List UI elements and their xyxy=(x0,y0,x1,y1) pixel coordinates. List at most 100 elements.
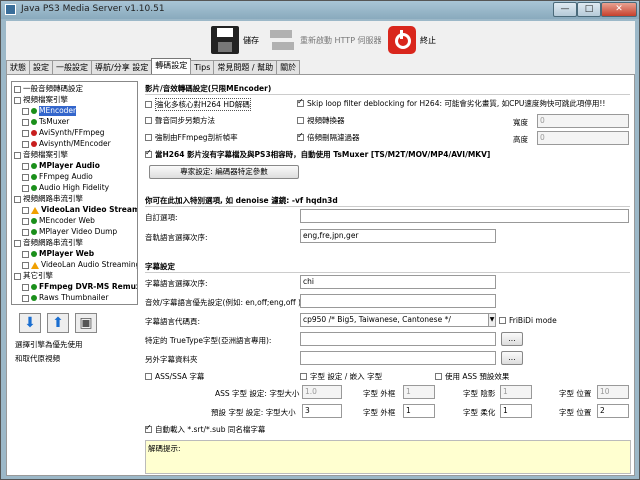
tree-checkbox[interactable] xyxy=(22,294,29,302)
move-down-button[interactable]: ⬇ xyxy=(19,313,41,333)
sub-codepage-select[interactable]: cp950 /* Big5, Taiwanese, Cantonese */ ▼ xyxy=(300,313,496,327)
force-ffmpeg-checkbox[interactable] xyxy=(145,134,152,141)
move-up-button[interactable]: ⬆ xyxy=(47,313,69,333)
tab-status[interactable]: 狀態 xyxy=(6,60,30,74)
tree-checkbox[interactable] xyxy=(14,96,21,104)
tab-traces[interactable]: 設定 xyxy=(29,60,53,74)
tree-item[interactable]: MPlayer Video Dump xyxy=(22,227,117,237)
tree-checkbox[interactable] xyxy=(22,162,29,170)
double-rate-option[interactable]: 倍頻刪隔濾過器 xyxy=(297,131,360,143)
font-browse-button[interactable]: ... xyxy=(501,332,523,346)
tab-navigation[interactable]: 導航/分享 設定 xyxy=(91,60,153,74)
tab-about[interactable]: 關於 xyxy=(276,60,301,74)
scaler-checkbox[interactable] xyxy=(297,117,304,124)
tree-item[interactable]: MPlayer Web xyxy=(22,249,94,259)
tree-item[interactable]: TsMuxer xyxy=(22,117,69,127)
engine-tree[interactable]: 一般音頻轉碼設定 視頻檔案引擎 MEncoder TsMuxer AviSynth/FF… xyxy=(11,81,138,305)
tree-item[interactable]: VideoLan Video Streaming xyxy=(22,205,137,215)
ass-shadow-field[interactable]: 1 xyxy=(500,385,532,399)
autoload-option[interactable]: 自動載入 *.srt/*.sub 同名檔字幕 xyxy=(145,423,265,435)
tab-faq[interactable]: 常見問題 / 幫助 xyxy=(213,60,278,74)
ass-position-field[interactable]: 10 xyxy=(597,385,629,399)
tree-checkbox[interactable] xyxy=(22,107,29,115)
tree-item[interactable]: Avisynth/MEncoder xyxy=(22,139,111,149)
tree-checkbox[interactable] xyxy=(14,151,21,159)
audio-sub-pair-field[interactable] xyxy=(300,294,496,308)
tree-item[interactable]: VideoLan Audio Streaming xyxy=(22,260,137,270)
save-button[interactable]: 儲存 xyxy=(211,24,259,56)
ass-default-checkbox[interactable] xyxy=(435,373,442,380)
sub-lang-field[interactable]: chi xyxy=(300,275,496,289)
tree-checkbox[interactable] xyxy=(22,261,29,269)
chevron-down-icon[interactable]: ▼ xyxy=(488,314,495,326)
scaler-option[interactable]: 視頻轉換器 xyxy=(297,115,345,126)
tree-item[interactable]: MEncoder Web xyxy=(22,216,95,226)
tsmuxer-option[interactable]: 當H264 影片沒有字幕檔及與PS3相容時，自動使用 TsMuxer [TS/M… xyxy=(145,148,490,160)
tree-item[interactable]: 音頻網路串流引擎 xyxy=(14,238,83,248)
alt-subs-field[interactable] xyxy=(300,351,496,365)
close-button[interactable]: ✕ xyxy=(601,2,637,17)
tree-checkbox[interactable] xyxy=(22,250,29,258)
ass-outline-field[interactable]: 1 xyxy=(403,385,435,399)
tree-checkbox[interactable] xyxy=(14,85,21,93)
codec-specific-button[interactable]: 專家設定: 編碼器特定參數 xyxy=(149,165,299,179)
sub-style-checkbox[interactable] xyxy=(300,373,307,380)
tree-checkbox[interactable] xyxy=(14,272,21,280)
double-rate-checkbox[interactable] xyxy=(297,131,304,141)
custom-options-field[interactable] xyxy=(300,209,629,223)
force-ffmpeg-option[interactable]: 強制由FFmpeg剖析幀率 xyxy=(145,132,238,143)
tree-checkbox[interactable] xyxy=(22,184,29,192)
default-blur-field[interactable]: 1 xyxy=(500,404,532,418)
tree-item[interactable]: MEncoder xyxy=(22,106,77,116)
ass-default-option[interactable]: 使用 ASS 預設效果 xyxy=(435,371,509,382)
tree-item[interactable]: Raws Thumbnailer xyxy=(22,293,108,303)
tree-checkbox[interactable] xyxy=(22,217,29,225)
quit-button[interactable]: 終止 xyxy=(388,24,436,56)
tree-item[interactable]: FFmpeg DVR-MS Remux xyxy=(22,282,137,292)
tree-checkbox[interactable] xyxy=(14,239,21,247)
tree-item[interactable]: MPlayer Audio xyxy=(22,161,100,171)
tree-checkbox[interactable] xyxy=(22,228,29,236)
default-size-field[interactable]: 3 xyxy=(302,404,342,418)
multicore-checkbox[interactable] xyxy=(145,101,152,108)
tree-item[interactable]: AviSynth/FFmpeg xyxy=(22,128,104,138)
sub-style-option[interactable]: 字型 設定 / 嵌入 字型 xyxy=(300,371,382,382)
tree-checkbox[interactable] xyxy=(22,283,29,291)
alt-subs-browse-button[interactable]: ... xyxy=(501,351,523,365)
tree-item[interactable]: 其它引擎 xyxy=(14,271,53,281)
tab-general[interactable]: 一般設定 xyxy=(52,60,92,74)
toggle-engine-button[interactable]: ▣ xyxy=(75,313,97,333)
tree-item[interactable]: 一般音頻轉碼設定 xyxy=(14,84,83,94)
skiploop-checkbox[interactable] xyxy=(297,97,304,107)
tree-item[interactable]: 視頻檔案引擎 xyxy=(14,95,68,105)
tab-transcoding[interactable]: 轉碼設定 xyxy=(151,58,192,74)
default-position-field[interactable]: 2 xyxy=(597,404,629,418)
fribidi-option[interactable]: FriBiDi mode xyxy=(499,316,557,325)
ass-size-field[interactable]: 1.0 xyxy=(302,385,342,399)
tree-checkbox[interactable] xyxy=(22,140,29,148)
minimize-button[interactable]: — xyxy=(553,2,577,17)
multicore-option[interactable]: 強化多核心對H264 HD解碼 xyxy=(145,98,251,111)
tsmuxer-checkbox[interactable] xyxy=(145,148,152,158)
tree-item[interactable]: Audio High Fidelity xyxy=(22,183,109,193)
tree-item[interactable]: FFmpeg Audio xyxy=(22,172,93,182)
tree-item[interactable]: 音頻檔案引擎 xyxy=(14,150,68,160)
ass-option[interactable]: ASS/SSA 字幕 xyxy=(145,371,204,382)
height-field[interactable]: 0 xyxy=(537,131,629,145)
tree-checkbox[interactable] xyxy=(22,118,29,126)
font-field[interactable] xyxy=(300,332,496,346)
av-sync-checkbox[interactable] xyxy=(145,117,152,124)
ass-checkbox[interactable] xyxy=(145,373,152,380)
tree-item[interactable]: 視頻網路串流引擎 xyxy=(14,194,83,204)
restart-server-button[interactable]: 重新啟動 HTTP 伺服器 xyxy=(268,24,382,56)
default-outline-field[interactable]: 1 xyxy=(403,404,435,418)
tree-checkbox[interactable] xyxy=(22,129,29,137)
audio-lang-field[interactable]: eng,fre,jpn,ger xyxy=(300,229,496,243)
skiploop-option[interactable]: Skip loop filter deblocking for H264: 可能… xyxy=(297,97,605,109)
tree-checkbox[interactable] xyxy=(22,206,29,214)
tab-tips[interactable]: Tips xyxy=(190,60,215,74)
fribidi-checkbox[interactable] xyxy=(499,317,506,324)
tree-checkbox[interactable] xyxy=(14,195,21,203)
maximize-button[interactable]: □ xyxy=(577,2,601,17)
av-sync-option[interactable]: 聲音同步另類方法 xyxy=(145,115,215,126)
